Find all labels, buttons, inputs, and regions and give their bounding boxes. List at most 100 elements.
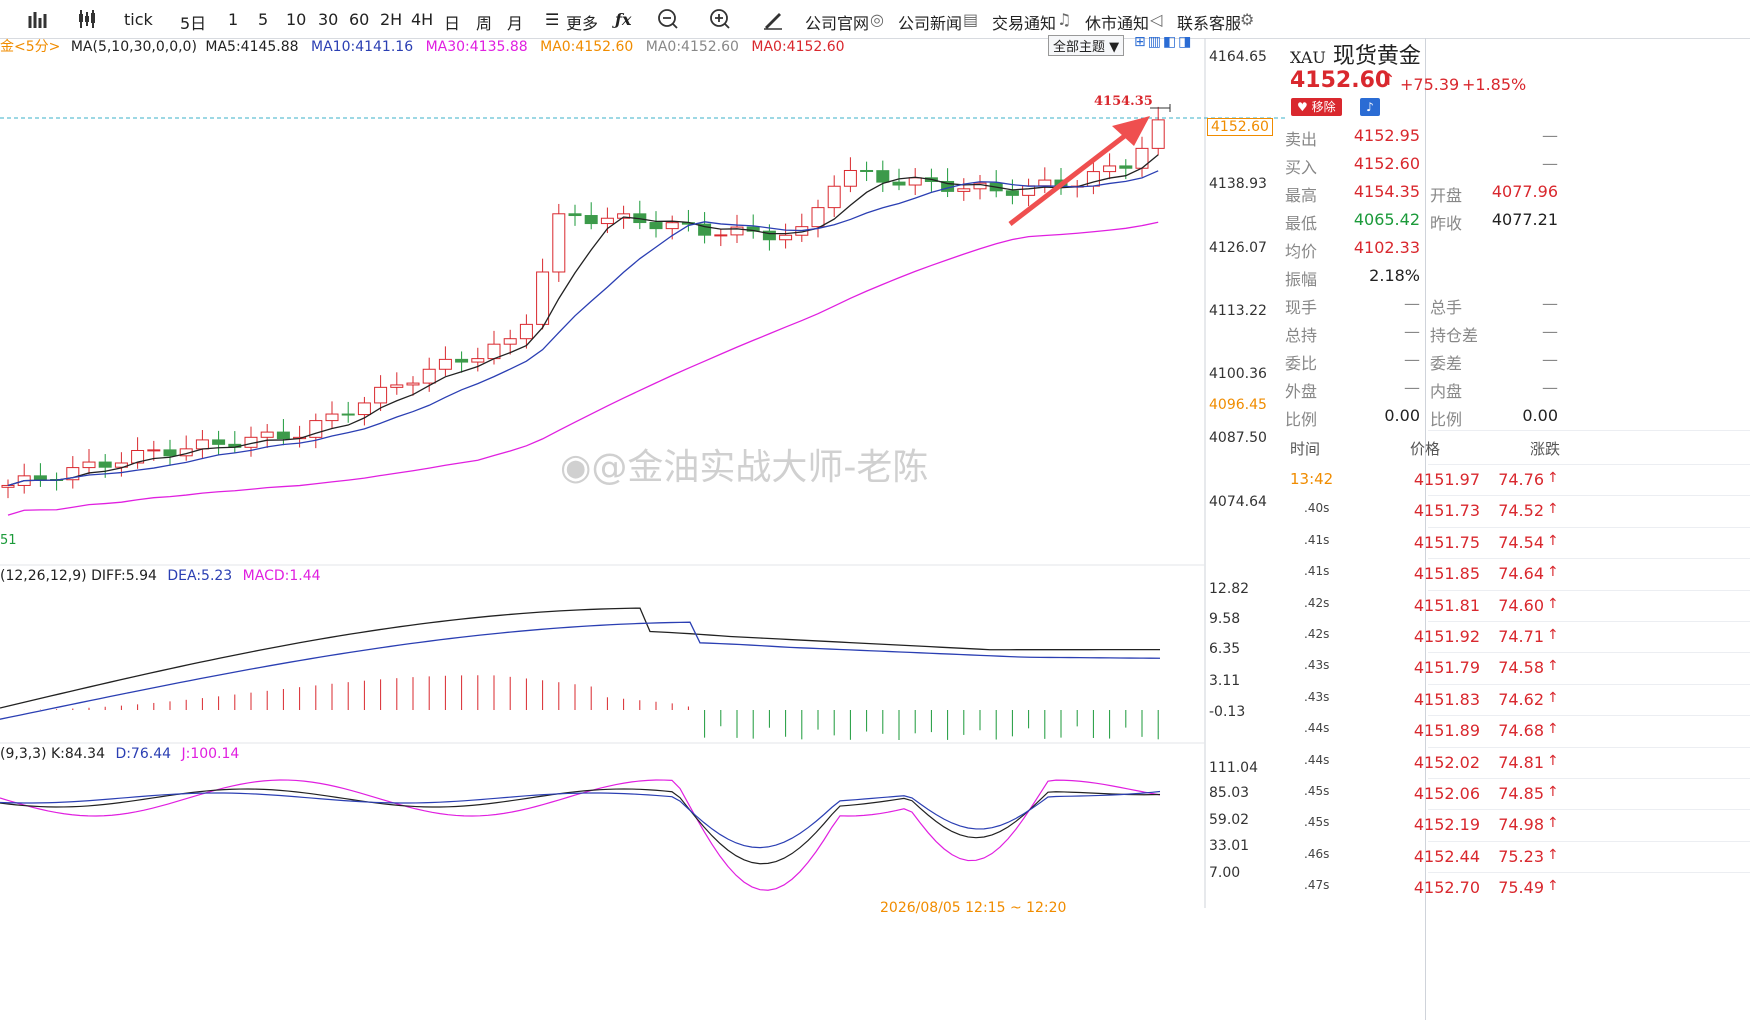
link-trade-notice[interactable]: 交易通知 [992, 10, 1056, 34]
quote-value: 4077.96 [1491, 182, 1558, 201]
layout-icons[interactable]: ⊞▥◧◨ [1134, 34, 1193, 50]
quote-label: 振幅 [1285, 270, 1318, 289]
period-1m[interactable]: 1 [228, 10, 238, 29]
candle-body [843, 169, 857, 187]
up-arrow-icon: ↑ [1547, 878, 1559, 895]
candle-body [390, 384, 404, 388]
period-30m[interactable]: 30 [318, 10, 338, 29]
macd-tick: 9.58 [1209, 611, 1241, 627]
candle-body [276, 431, 290, 440]
candle [519, 314, 533, 349]
kdj-tick: 7.00 [1209, 865, 1241, 881]
up-arrow-icon: ↑ [1547, 784, 1559, 800]
candle [876, 160, 890, 192]
macd-diff: DIFF:5.94 [91, 568, 157, 584]
link-customer-service[interactable]: 联系客服 [1177, 10, 1241, 34]
link-company-site[interactable]: 公司官网 [805, 10, 869, 34]
ma0-b-value: MA0:4152.60 [645, 39, 739, 55]
arrow-shaft [1008, 126, 1137, 226]
candle [244, 426, 258, 457]
candle-body [33, 475, 47, 481]
ma5-value: MA5:4145.88 [205, 39, 299, 55]
quote-value: 4077.21 [1491, 210, 1558, 229]
period-4h[interactable]: 4H [411, 10, 433, 29]
candle [17, 463, 31, 494]
period-week[interactable]: 周 [476, 10, 492, 34]
kdj-tick: 85.03 [1209, 785, 1250, 801]
kdj-params: (9,3,3) [0, 746, 47, 762]
period-month[interactable]: 月 [507, 10, 523, 34]
period-60m[interactable]: 60 [349, 10, 369, 29]
period-tick[interactable]: tick [124, 10, 153, 29]
draw-pen-icon[interactable] [762, 8, 784, 30]
price-tick: 4087.50 [1209, 430, 1267, 446]
tick-price: 4151.92 [1413, 627, 1480, 646]
symbol: XAU [1290, 48, 1326, 67]
more-button[interactable]: 更多 [566, 10, 598, 34]
tick-time: .43s [1304, 658, 1330, 673]
candle-body [568, 213, 582, 217]
kdj-k-line [0, 788, 1161, 865]
candle [584, 202, 598, 230]
price-tick: 4074.64 [1209, 494, 1267, 510]
tick-row-divider [1428, 840, 1750, 842]
candle [276, 419, 290, 446]
theme-dropdown[interactable]: 全部主题 ▼ [1048, 35, 1125, 56]
quote-value: 0.00 [1384, 406, 1420, 425]
tick-row-divider [1428, 526, 1750, 528]
weibo-icon: ◉ [560, 447, 592, 488]
price-change: +75.39 [1400, 75, 1460, 94]
candle-body [455, 358, 469, 363]
period-10m[interactable]: 10 [286, 10, 306, 29]
remove-watch-button[interactable]: ♥ 移除 [1291, 98, 1342, 116]
period-5m[interactable]: 5 [258, 10, 268, 29]
period-day[interactable]: 日 [444, 10, 460, 34]
candle [438, 346, 452, 376]
candle [260, 424, 274, 448]
alert-bell-button[interactable]: ♪ [1360, 98, 1380, 116]
more-menu-icon[interactable]: ☰ [545, 10, 559, 29]
candle [195, 430, 209, 459]
candle-body [503, 338, 517, 345]
formula-icon[interactable]: ƒx [615, 10, 631, 29]
quote-label: 买入 [1285, 158, 1318, 177]
link-closure-notice[interactable]: 休市通知 [1085, 10, 1149, 34]
kdj-k: K:84.34 [51, 746, 105, 762]
up-arrow-icon: ↑ [1547, 627, 1559, 643]
candle [843, 157, 857, 193]
tick-price: 4151.89 [1413, 721, 1480, 741]
candle [779, 223, 793, 249]
settings-icon[interactable]: ⚙ [1240, 10, 1254, 29]
tick-change: 75.49 [1498, 878, 1544, 898]
candle-body [1022, 185, 1036, 196]
candle-body [1103, 165, 1117, 173]
period-2h[interactable]: 2H [380, 10, 402, 29]
tick-time: .43s [1304, 689, 1330, 704]
up-arrow-icon: ↑ [1547, 564, 1559, 581]
candle-body [876, 170, 890, 183]
quote-label: 昨收 [1430, 214, 1463, 233]
tick-change: 74.71 [1498, 627, 1544, 646]
period-5day[interactable]: 5日 [180, 10, 206, 34]
zoom-out-icon[interactable] [657, 8, 679, 30]
quote-label: 最高 [1285, 186, 1318, 205]
candle [163, 439, 177, 466]
candle-icon[interactable] [76, 8, 98, 30]
tick-change: 74.58 [1498, 658, 1544, 678]
tick-price: 4152.44 [1413, 846, 1480, 866]
tick-price: 4152.02 [1413, 752, 1480, 772]
instrument-name: 现货黄金 [1332, 44, 1421, 69]
ma0-a-value: MA0:4152.60 [540, 39, 634, 55]
kdj-tick: 111.04 [1209, 760, 1258, 776]
candle [811, 199, 825, 238]
zoom-in-icon[interactable] [709, 8, 731, 30]
tick-price: 4152.06 [1413, 784, 1480, 803]
candle-body [811, 207, 825, 228]
quote-label: 外盘 [1285, 382, 1318, 401]
chart-type-icon[interactable] [28, 8, 50, 30]
candle [633, 200, 647, 230]
quote-value: 4152.60 [1353, 154, 1420, 173]
candle-body [827, 185, 841, 209]
link-company-news[interactable]: 公司新闻 [898, 10, 962, 34]
quote-label: 开盘 [1430, 186, 1463, 205]
